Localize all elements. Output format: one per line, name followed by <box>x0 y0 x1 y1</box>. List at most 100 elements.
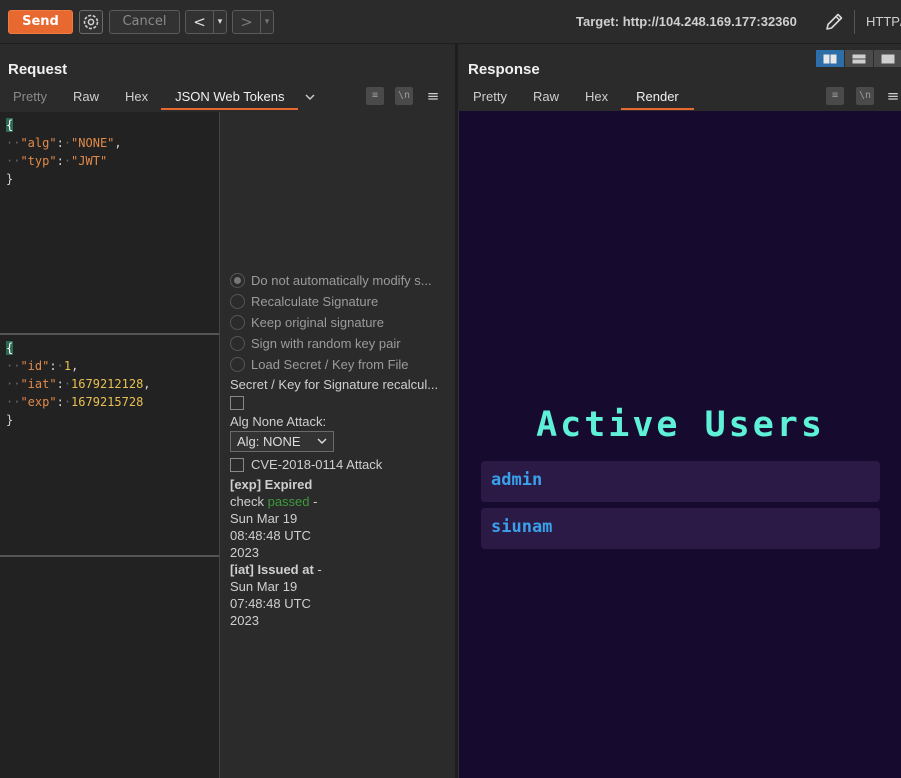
toolbar: Send Cancel < ▾ > ▾ Target: http://104.2… <box>0 0 901 44</box>
radio-button[interactable] <box>230 294 245 309</box>
hamburger-icon: ≡ <box>886 87 900 105</box>
forward-history-dropdown[interactable]: ▾ <box>260 11 273 33</box>
page-heading: Active Users <box>536 405 825 445</box>
exp-heading: [exp] Expired <box>230 477 313 492</box>
history-forward-group: > ▾ <box>232 10 274 34</box>
json-close-brace: } <box>6 172 14 186</box>
layout-toggle-group <box>816 50 901 67</box>
chevron-down-icon <box>305 94 315 100</box>
exp-check-line: check passed - <box>230 494 318 509</box>
tab-response-render[interactable]: Render <box>621 86 694 110</box>
jwt-signature-editor[interactable] <box>0 557 219 778</box>
radio-button[interactable] <box>230 357 245 372</box>
json-open-brace: { <box>6 341 14 355</box>
radio-label: Load Secret / Key from File <box>251 357 409 372</box>
settings-button[interactable] <box>79 10 103 34</box>
cve-attack-row[interactable]: CVE-2018-0114 Attack <box>230 455 452 474</box>
radio-label: Do not automatically modify s... <box>251 273 432 288</box>
request-tabs: Pretty Raw Hex JSON Web Tokens <box>0 86 322 110</box>
newline-icon: \n <box>397 90 411 101</box>
back-button[interactable]: < <box>186 11 213 33</box>
json-line: ··"alg":·"NONE", <box>6 136 122 150</box>
json-close-brace: } <box>6 413 14 427</box>
cancel-button[interactable]: Cancel <box>109 10 180 34</box>
radio-do-not-modify[interactable]: Do not automatically modify s... <box>230 270 452 291</box>
layout-stacked-button[interactable] <box>845 50 873 67</box>
wrap-icon: ≡ <box>371 90 379 101</box>
wrap-icon: ≡ <box>831 90 839 101</box>
json-line: ··"exp":·1679215728 <box>6 395 144 409</box>
newline-icon: \n <box>858 90 872 101</box>
cve-attack-checkbox[interactable] <box>230 457 244 472</box>
tab-response-hex[interactable]: Hex <box>572 86 621 110</box>
back-history-dropdown[interactable]: ▾ <box>213 11 226 33</box>
response-show-newlines-toggle[interactable]: \n <box>856 87 874 105</box>
word-wrap-toggle[interactable]: ≡ <box>366 87 384 105</box>
toolbar-divider <box>854 10 855 34</box>
radio-label: Recalculate Signature <box>251 294 379 309</box>
secret-key-checkbox-row <box>230 393 452 413</box>
json-line: ··"id":·1, <box>6 359 79 373</box>
chevron-down-icon <box>316 432 328 458</box>
forward-button[interactable]: > <box>233 11 260 33</box>
columns-icon <box>823 54 837 63</box>
tab-response-raw[interactable]: Raw <box>520 86 572 110</box>
request-menu-button[interactable]: ≡ <box>426 87 440 105</box>
username: admin <box>491 470 543 490</box>
tab-response-pretty[interactable]: Pretty <box>460 86 520 110</box>
radio-load-secret-file[interactable]: Load Secret / Key from File <box>230 354 452 375</box>
alg-none-select[interactable]: Alg: NONE <box>230 431 334 452</box>
tab-json-web-tokens[interactable]: JSON Web Tokens <box>161 86 299 110</box>
response-tabs: Pretty Raw Hex Render <box>460 86 694 110</box>
iat-date-line: Sun Mar 19 <box>230 579 298 594</box>
response-render-view: Active Users admin siunam <box>458 111 901 778</box>
layout-tabs-button[interactable] <box>874 50 901 67</box>
pencil-icon <box>826 13 843 30</box>
tab-request-pretty[interactable]: Pretty <box>0 86 60 110</box>
json-line: ··"iat":·1679212128, <box>6 377 151 391</box>
show-newlines-toggle[interactable]: \n <box>395 87 413 105</box>
jwt-options-panel: Do not automatically modify s... Recalcu… <box>230 270 452 629</box>
response-menu-button[interactable]: ≡ <box>886 87 900 105</box>
tab-request-raw[interactable]: Raw <box>60 86 112 110</box>
radio-recalculate-signature[interactable]: Recalculate Signature <box>230 291 452 312</box>
iat-year-line: 2023 <box>230 613 259 628</box>
radio-sign-random-key[interactable]: Sign with random key pair <box>230 333 452 354</box>
json-open-brace: { <box>6 118 14 132</box>
gear-icon <box>83 14 99 30</box>
cve-attack-label: CVE-2018-0114 Attack <box>251 457 383 472</box>
rows-icon <box>852 54 866 63</box>
edit-target-button[interactable] <box>823 11 845 33</box>
username: siunam <box>491 517 553 537</box>
radio-button[interactable] <box>230 336 245 351</box>
user-card-siunam: siunam <box>481 508 880 549</box>
radio-label: Keep original signature <box>251 315 384 330</box>
jwt-header-editor[interactable]: { ··"alg":·"NONE", ··"typ":·"JWT" } <box>0 112 219 333</box>
editor-column-divider <box>219 112 220 778</box>
radio-button[interactable] <box>230 273 245 288</box>
http-version-label[interactable]: HTTP/1 <box>866 14 901 29</box>
radio-label: Sign with random key pair <box>251 336 401 351</box>
request-title: Request <box>8 61 68 78</box>
single-pane-icon <box>881 54 895 63</box>
jwt-payload-editor[interactable]: { ··"id":·1, ··"iat":·1679212128, ··"exp… <box>0 335 219 555</box>
secret-key-checkbox[interactable] <box>230 396 244 410</box>
hamburger-icon: ≡ <box>426 87 440 105</box>
iat-heading-line: [iat] Issued at - <box>230 562 322 577</box>
radio-keep-original-signature[interactable]: Keep original signature <box>230 312 452 333</box>
exp-year-line: 2023 <box>230 545 259 560</box>
json-line: ··"typ":·"JWT" <box>6 154 108 168</box>
select-value: Alg: NONE <box>237 434 301 449</box>
iat-time-line: 07:48:48 UTC <box>230 596 311 611</box>
radio-button[interactable] <box>230 315 245 330</box>
tabs-overflow-dropdown[interactable] <box>298 86 322 110</box>
target-url: Target: http://104.248.169.177:32360 <box>576 14 797 29</box>
exp-time-line: 08:48:48 UTC <box>230 528 311 543</box>
secret-key-label: Secret / Key for Signature recalcul... <box>230 377 439 392</box>
tab-request-hex[interactable]: Hex <box>112 86 161 110</box>
layout-side-by-side-button[interactable] <box>816 50 844 67</box>
history-back-group: < ▾ <box>185 10 227 34</box>
send-button[interactable]: Send <box>8 10 73 34</box>
response-word-wrap-toggle[interactable]: ≡ <box>826 87 844 105</box>
response-title: Response <box>468 61 540 78</box>
